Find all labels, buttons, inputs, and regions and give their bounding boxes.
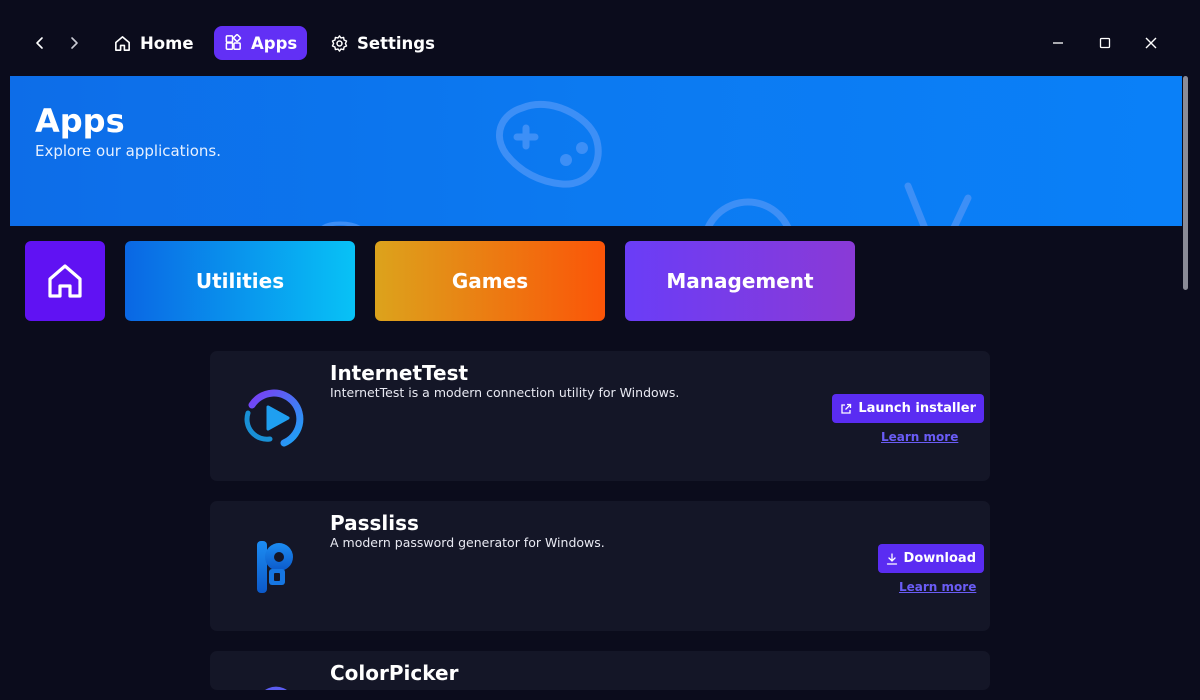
gear-icon xyxy=(331,34,348,52)
window-bottom-edge xyxy=(0,690,1200,700)
page-subtitle: Explore our applications. xyxy=(35,142,221,160)
category-management-label: Management xyxy=(666,269,814,293)
minimize-icon xyxy=(1053,42,1063,44)
app-card-colorpicker: ColorPicker xyxy=(210,651,990,690)
category-home-tile[interactable] xyxy=(25,241,105,321)
minimize-button[interactable] xyxy=(1045,30,1071,56)
home-icon xyxy=(48,264,82,298)
home-icon xyxy=(115,35,130,51)
nav-home-label: Home xyxy=(140,33,194,53)
learn-more-link[interactable]: Learn more xyxy=(899,580,976,594)
gamepad-buttons xyxy=(560,142,588,166)
passliss-logo-icon xyxy=(257,541,293,593)
nav-settings[interactable]: Settings xyxy=(320,26,445,60)
forward-button[interactable] xyxy=(61,30,87,56)
app-name: Passliss xyxy=(330,511,419,535)
app-description: InternetTest is a modern connection util… xyxy=(330,385,680,400)
launch-installer-label: Launch installer xyxy=(858,401,976,416)
internettest-logo-icon xyxy=(244,389,304,447)
line-decoration xyxy=(904,182,972,226)
category-games-tile[interactable]: Games xyxy=(375,241,605,321)
maximize-icon xyxy=(1099,37,1111,49)
category-management-tile[interactable]: Management xyxy=(625,241,855,321)
chevron-left-icon xyxy=(36,37,43,49)
maximize-button[interactable] xyxy=(1092,30,1118,56)
learn-more-link[interactable]: Learn more xyxy=(881,430,958,444)
external-link-icon xyxy=(841,403,852,414)
nav-apps-label: Apps xyxy=(251,33,298,53)
back-button[interactable] xyxy=(27,30,53,56)
category-utilities-tile[interactable]: Utilities xyxy=(125,241,355,321)
download-icon xyxy=(886,552,897,565)
app-card-passliss: Passliss A modern password generator for… xyxy=(210,501,990,631)
nav-apps[interactable]: Apps xyxy=(214,26,308,60)
app-name: InternetTest xyxy=(330,361,469,385)
category-games-label: Games xyxy=(451,269,529,293)
scrollbar-thumb[interactable] xyxy=(1183,76,1188,290)
page-title: Apps xyxy=(35,102,125,140)
title-bar: Home Apps Settings xyxy=(0,0,1200,76)
arc-decoration xyxy=(321,221,361,226)
chevron-right-icon xyxy=(71,37,78,49)
hero-banner: Apps Explore our applications. xyxy=(10,76,1182,226)
close-icon xyxy=(1145,37,1157,49)
apps-icon xyxy=(225,33,242,50)
app-description: A modern password generator for Windows. xyxy=(330,535,605,550)
close-button[interactable] xyxy=(1138,30,1164,56)
launch-installer-button[interactable]: Launch installer xyxy=(832,394,984,423)
app-name: ColorPicker xyxy=(330,661,459,685)
download-label: Download xyxy=(903,551,976,566)
nav-home[interactable]: Home xyxy=(103,26,204,60)
category-utilities-label: Utilities xyxy=(195,269,285,293)
download-button[interactable]: Download xyxy=(877,544,984,573)
app-card-internettest: InternetTest InternetTest is a modern co… xyxy=(210,351,990,481)
ring-decoration xyxy=(704,198,792,226)
nav-settings-label: Settings xyxy=(357,33,435,53)
